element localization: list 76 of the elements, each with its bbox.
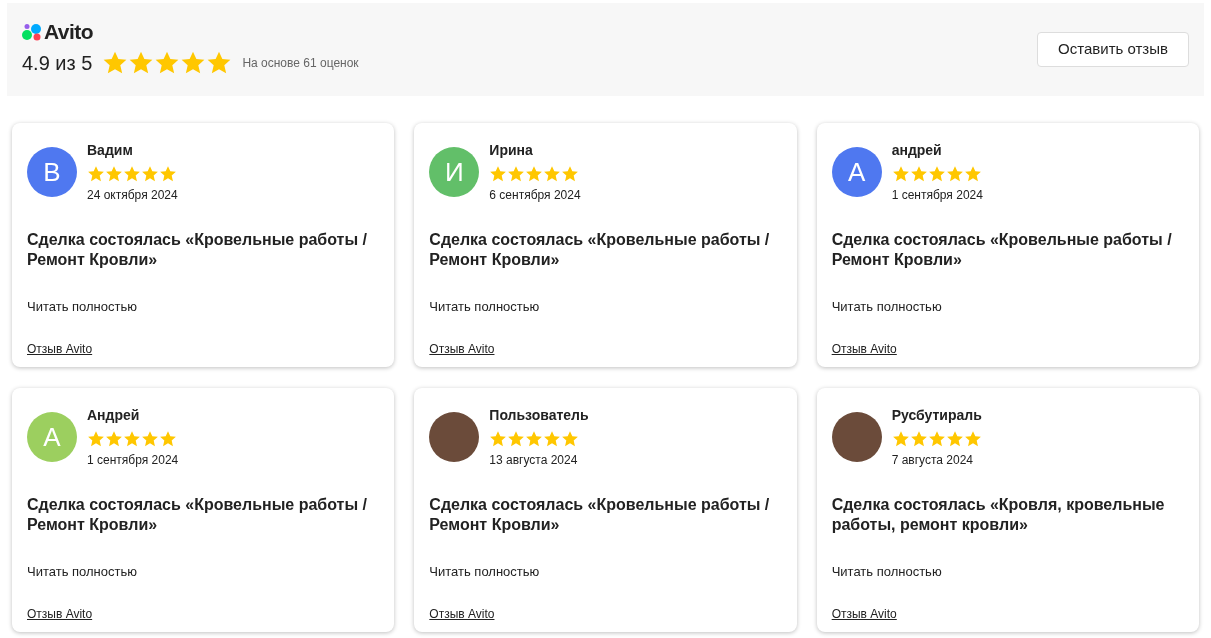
star-icon	[87, 165, 105, 183]
avatar: А	[831, 147, 882, 197]
rating-value: 4.9 из 5	[22, 51, 93, 76]
read-more-link[interactable]: Читать полностью	[27, 564, 137, 579]
star-icon	[909, 430, 928, 448]
reviewer-name: Русбутираль	[891, 407, 982, 423]
reviewer-name: Андрей	[87, 407, 141, 423]
star-icon	[128, 50, 155, 76]
star-icon	[141, 430, 159, 448]
leave-review-button[interactable]: Оставить отзыв	[1037, 32, 1189, 67]
review-title: Сделка состоялась «Кровельные работы / Ремонт Кровли»	[27, 230, 368, 270]
review-date: 6 сентября 2024	[489, 187, 581, 204]
star-icon	[525, 430, 544, 448]
review-date: 13 августа 2024	[489, 452, 579, 469]
read-more-link[interactable]: Читать полностью	[27, 299, 137, 314]
reviewer-name: Пользователь	[489, 407, 589, 423]
reviewer-name: Вадим	[87, 142, 134, 158]
star-icon	[909, 165, 928, 183]
review-source-link[interactable]: Отзыв Avito	[429, 607, 495, 621]
review-title: Сделка состоялась «Кровельные работы / Ремонт Кровли»	[429, 495, 771, 535]
star-icon	[891, 165, 910, 183]
star-icon	[927, 165, 946, 183]
star-icon	[206, 50, 233, 76]
star-icon	[102, 50, 129, 76]
star-icon	[105, 165, 123, 183]
star-icon	[180, 50, 207, 76]
star-icon	[963, 165, 982, 183]
review-title: Сделка состоялась «Кровельные работы / Ремонт Кровли»	[429, 230, 771, 270]
ratings-count: На основе 61 оценок	[242, 55, 359, 72]
logo-text: Avito	[44, 21, 94, 42]
star-icon	[945, 430, 964, 448]
star-icon	[154, 50, 181, 76]
star-icon	[489, 430, 508, 448]
review-date: 1 сентября 2024	[891, 187, 983, 204]
reviewer-name: андрей	[891, 142, 943, 158]
review-source-link[interactable]: Отзыв Avito	[27, 607, 93, 621]
review-date: 24 октября 2024	[87, 187, 178, 204]
review-source-link[interactable]: Отзыв Avito	[831, 342, 897, 356]
photo-placeholder	[831, 412, 882, 462]
read-more-link[interactable]: Читать полностью	[831, 299, 942, 314]
star-icon	[141, 165, 159, 183]
star-icon	[561, 430, 580, 448]
review-title: Сделка состоялась «Кровельные работы / Ремонт Кровли»	[831, 230, 1173, 270]
star-icon	[489, 165, 508, 183]
review-source-link[interactable]: Отзыв Avito	[429, 342, 495, 356]
star-icon	[159, 430, 177, 448]
review-source-link[interactable]: Отзыв Avito	[831, 607, 897, 621]
star-icon	[927, 430, 946, 448]
star-icon	[507, 430, 526, 448]
avatar: И	[429, 147, 480, 197]
review-date: 7 августа 2024	[891, 452, 975, 469]
star-icon	[891, 430, 910, 448]
star-icon	[507, 165, 526, 183]
star-icon	[543, 430, 562, 448]
star-icon	[159, 165, 177, 183]
star-icon	[963, 430, 982, 448]
star-icon	[525, 165, 544, 183]
avatar: А	[27, 412, 77, 462]
star-icon	[123, 165, 141, 183]
star-icon	[87, 430, 105, 448]
photo-placeholder	[429, 412, 480, 462]
read-more-link[interactable]: Читать полностью	[429, 299, 540, 314]
read-more-link[interactable]: Читать полностью	[429, 564, 540, 579]
reviewer-name: Ирина	[489, 142, 534, 158]
read-more-link[interactable]: Читать полностью	[831, 564, 942, 579]
star-icon	[945, 165, 964, 183]
star-icon	[543, 165, 562, 183]
review-date: 1 сентября 2024	[87, 452, 179, 469]
star-icon	[105, 430, 123, 448]
logo-dots-icon	[22, 22, 42, 41]
review-source-link[interactable]: Отзыв Avito	[27, 342, 93, 356]
star-icon	[561, 165, 580, 183]
avatar: В	[27, 147, 77, 197]
star-icon	[123, 430, 141, 448]
review-title: Сделка состоялась «Кровля, кровельные работы, ремонт кровли»	[831, 495, 1166, 535]
review-title: Сделка состоялась «Кровельные работы / Ремонт Кровли»	[27, 495, 368, 535]
